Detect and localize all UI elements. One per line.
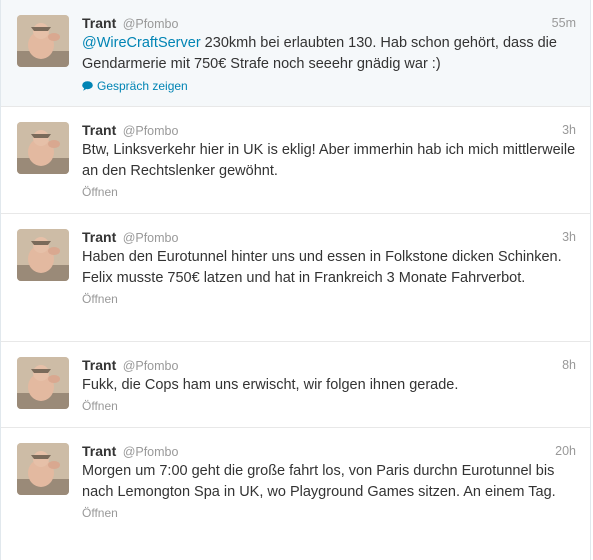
avatar-image [17,229,69,281]
open-link[interactable]: Öffnen [82,292,576,306]
timestamp[interactable]: 3h [562,121,576,139]
timestamp[interactable]: 3h [562,228,576,246]
tweet-text: Fukk, die Cops ham uns erwischt, wir fol… [82,377,459,393]
author-name[interactable]: Trant [82,229,116,245]
tweet-item[interactable]: Trant @Pfombo 3h Haben den Eurotunnel hi… [1,214,590,342]
author-handle[interactable]: @Pfombo [123,445,179,459]
author-handle[interactable]: @Pfombo [123,359,179,373]
speech-bubble-icon [82,81,93,91]
open-link[interactable]: Öffnen [82,185,576,199]
tweet-text: Morgen um 7:00 geht die große fahrt los,… [82,463,556,500]
timestamp[interactable]: 55m [552,14,576,32]
show-conversation-label: Gespräch zeigen [97,79,188,93]
author-handle[interactable]: @Pfombo [123,231,179,245]
avatar-image [17,357,69,409]
avatar[interactable] [17,122,69,174]
author-name[interactable]: Trant [82,122,116,138]
tweet-text: Btw, Linksverkehr hier in UK is eklig! A… [82,142,576,179]
author-name[interactable]: Trant [82,443,116,459]
tweet-text: Haben den Eurotunnel hinter uns und esse… [82,249,562,286]
avatar[interactable] [17,443,69,495]
tweet-item[interactable]: Trant @Pfombo 3h Btw, Linksverkehr hier … [1,107,590,214]
author-handle[interactable]: @Pfombo [123,17,179,31]
tweet-item[interactable]: Trant @Pfombo 20h Morgen um 7:00 geht di… [1,428,590,560]
mention-link[interactable]: @WireCraftServer [82,35,201,51]
avatar[interactable] [17,357,69,409]
show-conversation-link[interactable]: Gespräch zeigen [82,79,188,93]
tweet-item[interactable]: Trant @Pfombo 8h Fukk, die Cops ham uns … [1,342,590,428]
avatar-image [17,122,69,174]
author-name[interactable]: Trant [82,357,116,373]
avatar[interactable] [17,15,69,67]
avatar-image [17,443,69,495]
author-handle[interactable]: @Pfombo [123,124,179,138]
avatar-image [17,15,69,67]
avatar[interactable] [17,229,69,281]
open-link[interactable]: Öffnen [82,399,576,413]
open-link[interactable]: Öffnen [82,506,576,520]
tweet-item[interactable]: Trant @Pfombo 55m @WireCraftServer 230km… [1,0,590,107]
author-name[interactable]: Trant [82,15,116,31]
timestamp[interactable]: 8h [562,356,576,374]
timestamp[interactable]: 20h [555,442,576,460]
tweet-text: @WireCraftServer 230kmh bei erlaubten 13… [82,33,576,75]
tweet-timeline: Trant @Pfombo 55m @WireCraftServer 230km… [0,0,591,560]
